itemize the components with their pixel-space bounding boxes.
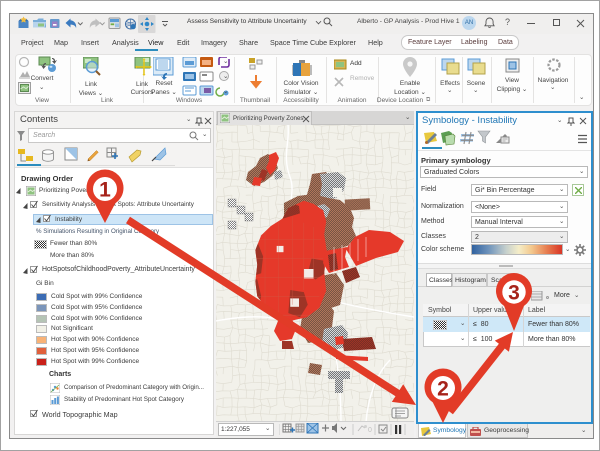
svg-text:1: 1 — [99, 179, 111, 202]
svg-text:2: 2 — [437, 378, 449, 401]
svg-text:3: 3 — [508, 282, 520, 305]
